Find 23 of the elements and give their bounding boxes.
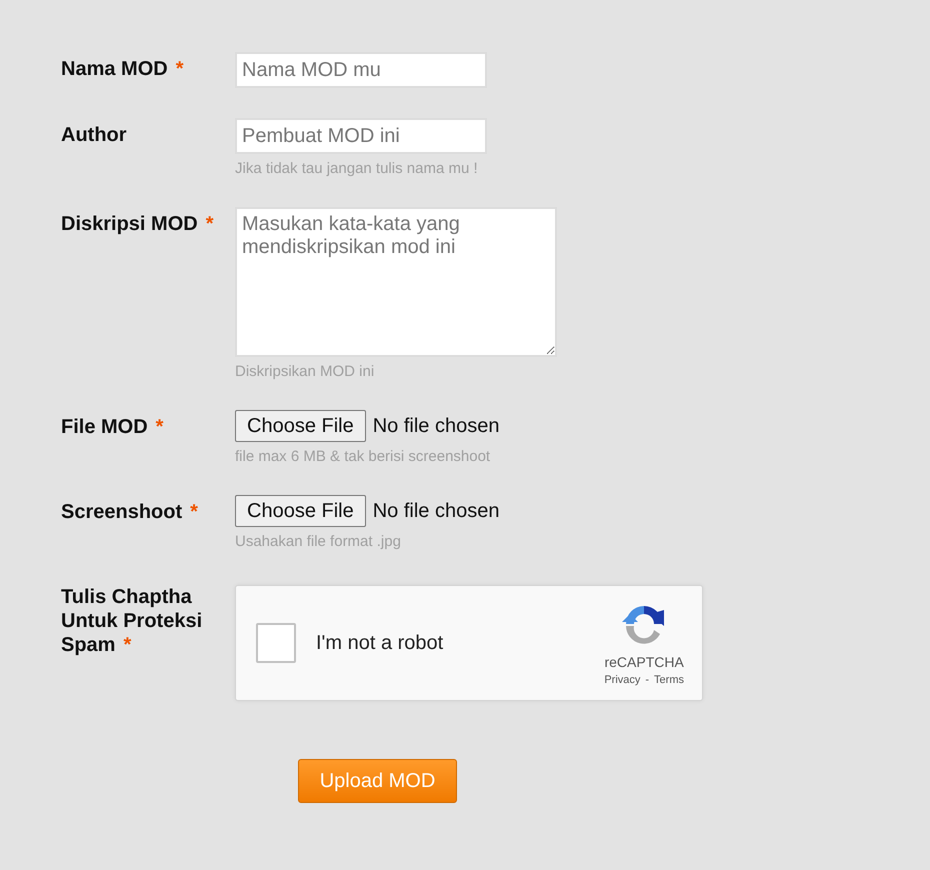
privacy-link[interactable]: Privacy bbox=[604, 674, 640, 686]
field-label: Screenshoot * bbox=[61, 500, 199, 524]
field-label: Tulis Chaptha Untuk Proteksi Spam * bbox=[61, 585, 204, 657]
field-hint: Usahakan file format .jpg bbox=[235, 533, 401, 550]
choose-file-button[interactable]: Choose File bbox=[235, 495, 366, 527]
field-label: File MOD * bbox=[61, 415, 164, 439]
recaptcha-brand: reCAPTCHA bbox=[604, 654, 684, 670]
field-label: Diskripsi MOD * bbox=[61, 212, 214, 236]
choose-file-button[interactable]: Choose File bbox=[235, 410, 366, 442]
textarea-field[interactable]: Masukan kata-kata yang mendiskripsikan mod ini bbox=[235, 207, 557, 357]
captcha-checkbox[interactable] bbox=[256, 623, 296, 663]
field-label: Author bbox=[61, 123, 128, 147]
text-field[interactable]: Nama MOD mu bbox=[235, 52, 487, 88]
terms-link[interactable]: Terms bbox=[654, 674, 684, 686]
field-hint: Jika tidak tau jangan tulis nama mu ! bbox=[235, 160, 478, 177]
file-status: No file chosen bbox=[372, 414, 500, 438]
field-hint: Diskripsikan MOD ini bbox=[235, 363, 374, 380]
text-field[interactable]: Pembuat MOD ini bbox=[235, 118, 487, 154]
field-hint: file max 6 MB & tak berisi screenshoot bbox=[235, 448, 490, 465]
field-label: Nama MOD * bbox=[61, 57, 184, 81]
file-status: No file chosen bbox=[372, 500, 500, 522]
captcha-label: I'm not a robot bbox=[316, 632, 444, 654]
link-separator: - bbox=[645, 674, 650, 686]
